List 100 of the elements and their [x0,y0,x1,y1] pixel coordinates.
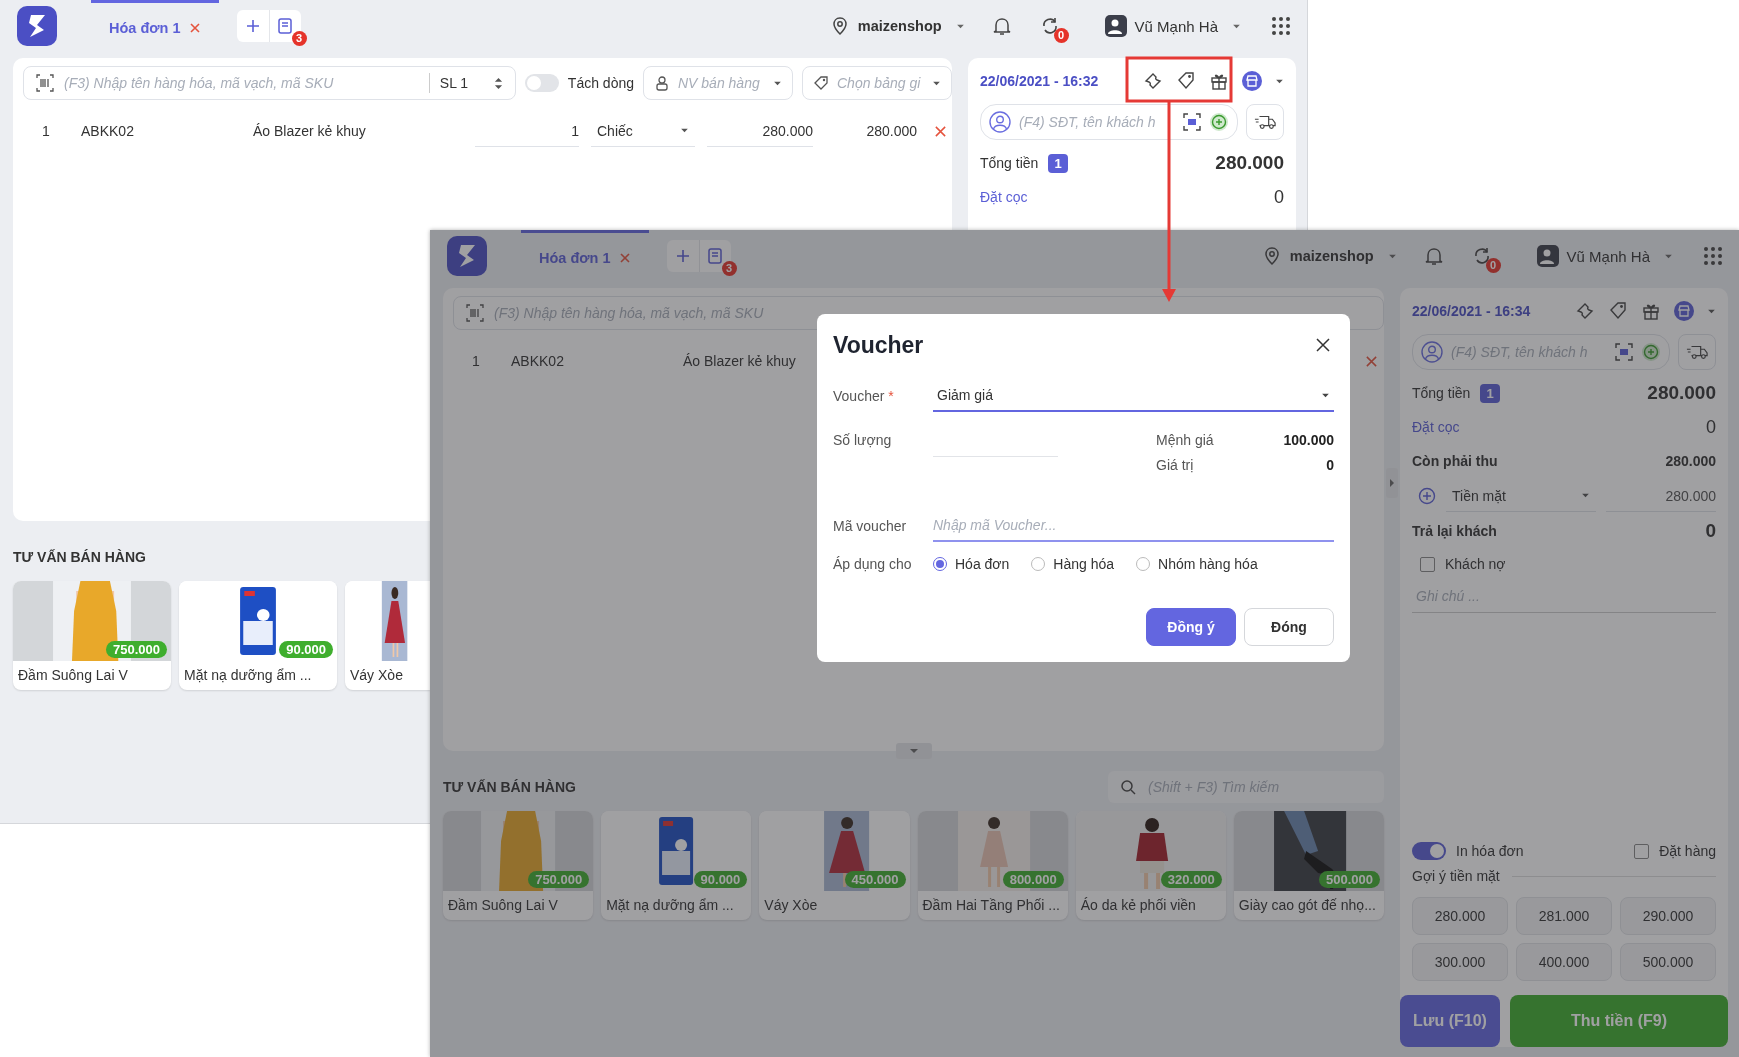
cash-amount-button[interactable]: 290.000 [1620,897,1716,935]
user-name[interactable]: Vũ Mạnh Hà [1566,247,1650,265]
stepper-icon[interactable] [493,75,503,91]
apps-grid-icon[interactable] [1703,246,1723,266]
count-badge: 1 [1480,383,1500,403]
field-value: 100.000 [1283,432,1334,448]
ticket-icon[interactable] [1575,301,1595,321]
add-icon[interactable] [1209,112,1229,132]
barcode-icon [466,304,484,322]
field-label: Giá trị [1156,457,1194,473]
product-name: Áo Blazer kẻ khuy [253,123,367,139]
invoice-tab[interactable]: Hóa đơn 1 [521,230,649,282]
summary-label: Trả lại khách [1412,523,1497,539]
caret-icon[interactable] [1387,253,1397,259]
plus-icon [244,18,261,34]
close-icon[interactable] [1316,338,1330,352]
barcode-icon [36,74,54,92]
summary-label[interactable]: Đặt cọc [980,189,1028,205]
delivery-button[interactable] [1246,104,1284,140]
summary-label: Tổng tiền [1412,385,1471,401]
logo-icon [17,6,57,46]
unit-select[interactable]: Chiếc [591,115,695,147]
product-search-field[interactable]: (F3) Nhập tên hàng hóa, mã vạch, mã SKU SL 1 [23,66,516,100]
caret-icon [680,128,689,133]
caret-icon[interactable] [1275,78,1284,84]
radio-label: Hàng hóa [1053,556,1115,572]
tag-icon[interactable] [1608,301,1628,321]
product-card[interactable]: 800.000 Đầm Hai Tầng Phối ... [917,811,1068,920]
tag-icon[interactable] [1176,71,1196,91]
price-badge: 90.000 [693,871,748,888]
toggle-label: Tách dòng [567,75,634,91]
product-card[interactable]: 750.000 Đầm Suông Lai V [443,811,594,920]
add-icon[interactable] [1418,487,1436,505]
scan-icon[interactable] [1183,113,1201,131]
section-title: TƯ VẤN BÁN HÀNG [13,549,146,565]
product-name: Giày cao gót đế nhọ... [1237,896,1377,915]
user-avatar-icon[interactable] [1104,15,1127,37]
document-icon [706,247,725,265]
product-card[interactable]: 320.000 Áo da kẻ phối viền [1075,811,1226,920]
checkbox[interactable] [1420,556,1435,572]
checkbox[interactable] [1634,843,1650,859]
invoice-tab[interactable]: Hóa đơn 1 [91,0,219,52]
delivery-button[interactable] [1678,334,1716,370]
cash-amount-button[interactable]: 280.000 [1412,897,1508,935]
cash-amount-button[interactable]: 281.000 [1516,897,1612,935]
line-number: 1 [471,353,481,369]
summary-value: 0 [1274,186,1284,208]
ticket-icon[interactable] [1143,71,1163,91]
save-button[interactable]: Lưu (F10) [1400,995,1500,1047]
summary-label: Tổng tiền [980,155,1039,171]
count-badge: 0 [1053,28,1069,43]
close-button[interactable]: Đóng [1244,608,1334,646]
scan-icon[interactable] [1615,343,1633,361]
caret-icon [1321,392,1330,398]
payment-amount-field[interactable]: 280.000 [1606,480,1716,512]
caret-icon[interactable] [1664,253,1673,259]
price-badge: 320.000 [1160,871,1222,888]
invoice-datetime: 22/06/2021 - 16:32 [980,73,1099,89]
logo-icon [447,236,487,276]
product-name: Váy Xòe [763,896,819,915]
product-card[interactable]: Váy Xòe [345,581,430,690]
cash-amount-button[interactable]: 300.000 [1412,943,1508,981]
delete-icon[interactable] [1365,354,1378,368]
payment-method-select[interactable]: Tiền mặt [1446,480,1596,512]
cash-amount-button[interactable]: 400.000 [1516,943,1612,981]
price-badge: 750.000 [106,641,167,658]
summary-value: 280.000 [1215,152,1284,174]
toggle-switch[interactable] [524,74,559,92]
voucher-select[interactable]: Giảm giá [933,380,1334,412]
search-icon [1120,779,1136,795]
caret-icon[interactable] [1707,308,1716,314]
summary-value: 280.000 [1665,453,1716,469]
caret-icon[interactable] [955,23,965,29]
price-badge: 500.000 [1319,871,1380,888]
store-icon[interactable] [1674,301,1694,321]
caret-icon[interactable] [1232,23,1241,29]
quantity-field[interactable]: 1 [475,115,579,147]
summary-label[interactable]: Đặt cọc [1412,419,1460,435]
product-card[interactable]: 90.000 Mặt nạ dưỡng ẩm ... [179,581,337,690]
price-field[interactable]: 280.000 [707,115,813,147]
store-icon[interactable] [1242,71,1262,91]
product-name: Áo Blazer kẻ khuy [683,353,797,369]
field-label: Mã voucher [833,518,908,534]
product-card[interactable]: 750.000 Đầm Suông Lai V [13,581,171,690]
delete-icon[interactable] [934,124,947,138]
radio-label: Nhóm hàng hóa [1158,556,1258,572]
product-card[interactable]: 500.000 Giày cao gót đế nhọ... [1233,811,1384,920]
cash-amount-button[interactable]: 500.000 [1620,943,1716,981]
store-name[interactable]: maizenshop [857,18,942,34]
product-code: ABKK02 [81,123,135,139]
confirm-button[interactable]: Đồng ý [1146,608,1236,646]
product-card[interactable]: 90.000 Mặt nạ dưỡng ẩm ... [601,811,752,920]
radio-label: Hóa đơn [955,556,1010,572]
toggle-switch[interactable] [1412,842,1446,860]
add-icon[interactable] [1641,342,1661,362]
store-name[interactable]: maizenshop [1289,248,1374,264]
product-card[interactable]: 450.000 Váy Xòe [759,811,910,920]
apps-grid-icon[interactable] [1271,16,1291,36]
user-name[interactable]: Vũ Mạnh Hà [1134,17,1218,35]
user-avatar-icon[interactable] [1536,245,1559,267]
